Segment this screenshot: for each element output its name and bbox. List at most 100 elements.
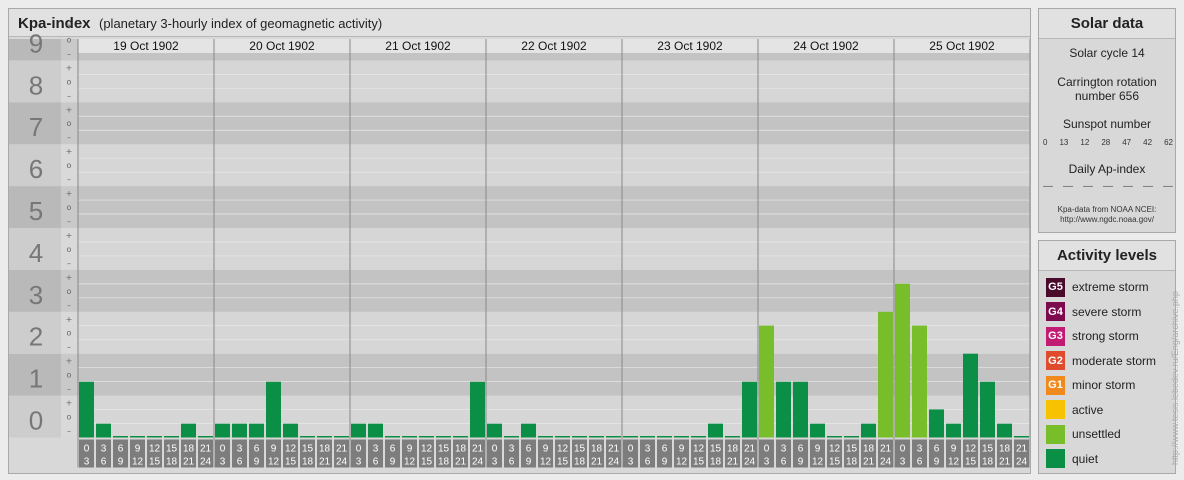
interval-end-label: 21 [591,457,603,468]
legend-item-severe-storm: G4 severe storm [1046,302,1141,322]
kp-bar [946,423,961,438]
thirds-label: o [67,371,72,380]
interval-end-label: 9 [254,457,260,468]
activity-levels-header: Activity levels [1039,241,1175,271]
day-label: 23 Oct 1902 [657,39,723,53]
interval-end-label: 9 [390,457,396,468]
thirds-label: o [67,413,72,422]
interval-start-label: 15 [574,444,586,455]
interval-end-label: 3 [84,457,90,468]
interval-start-label: 21 [608,444,620,455]
interval-end-label: 21 [863,457,875,468]
day-label: 24 Oct 1902 [793,39,859,53]
day-label: 20 Oct 1902 [249,39,315,53]
interval-start-label: 18 [999,444,1011,455]
interval-end-label: 18 [302,457,314,468]
interval-start-label: 6 [254,444,260,455]
kp-bar [266,381,281,438]
thirds-label: + [66,147,73,156]
kp-bar [249,423,264,438]
interval-start-label: 15 [982,444,994,455]
interval-start-label: 6 [118,444,124,455]
interval-start-label: 0 [764,444,770,455]
kp-bar [232,423,247,438]
legend-swatch: G1 [1046,375,1065,395]
thirds-label: o [67,329,72,338]
sunspot-value: 47 [1122,138,1132,147]
data-source-link[interactable]: http://www.ngdc.noaa.gov/ [1039,215,1175,225]
sunspot-value: 13 [1059,138,1069,147]
legend-label: severe storm [1072,304,1142,319]
kp-bar [470,381,485,438]
interval-end-label: 15 [557,457,569,468]
y-tick-label: 4 [29,238,43,268]
interval-end-label: 21 [999,457,1011,468]
legend-label: minor storm [1072,378,1136,392]
interval-start-label: 12 [149,444,161,455]
sunspot-value: 28 [1101,138,1111,147]
ap-value: — [1103,181,1113,192]
daily-ap-values: — — — — — — — [1043,181,1173,192]
kp-bar [572,436,587,438]
interval-end-label: 3 [220,457,226,468]
legend-swatch: G4 [1046,302,1065,321]
kp-bar [130,436,145,438]
thirds-label: + [66,273,73,282]
y-tick-label: 2 [29,322,43,352]
sunspot-value: 12 [1080,138,1090,147]
interval-end-label: 3 [900,457,906,468]
interval-start-label: 18 [183,444,195,455]
y-tick-label: 6 [29,154,43,184]
thirds-label: – [67,301,71,310]
interval-end-label: 15 [693,457,705,468]
interval-end-label: 15 [965,457,977,468]
interval-end-label: 3 [356,457,362,468]
kp-bar [895,283,910,438]
interval-end-label: 18 [438,457,450,468]
interval-start-label: 9 [815,444,821,455]
kp-bar [164,436,179,438]
kp-bar [96,423,111,438]
thirds-label: + [66,315,73,324]
kp-bar [929,409,944,438]
interval-start-label: 12 [965,444,977,455]
interval-start-label: 0 [900,444,906,455]
interval-start-label: 12 [829,444,841,455]
legend-item-quiet: quiet [1046,449,1098,469]
kp-bar [215,423,230,438]
interval-start-label: 9 [271,444,277,455]
interval-start-label: 0 [492,444,498,455]
interval-start-label: 21 [1016,444,1028,455]
y-tick-label: 7 [29,112,43,142]
interval-start-label: 9 [135,444,141,455]
ap-value: — [1043,181,1053,192]
legend-label: extreme storm [1072,280,1149,294]
thirds-label: + [66,231,73,240]
y-tick-label: 8 [29,70,43,100]
day-label: 19 Oct 1902 [113,39,179,53]
interval-start-label: 21 [744,444,756,455]
thirds-label: o [67,77,72,86]
interval-end-label: 21 [183,457,195,468]
legend-item-active: active [1046,400,1103,420]
solar-data-panel: Solar data Solar cycle 14 Carrington rot… [1038,8,1176,233]
kp-bar [657,436,672,438]
interval-start-label: 21 [472,444,484,455]
legend-swatch [1046,400,1065,419]
interval-end-label: 21 [455,457,467,468]
y-tick-label: 9 [29,28,43,58]
thirds-label: o [67,245,72,254]
sunspot-value: 0 [1043,138,1048,147]
ap-value: — [1163,181,1173,192]
level-band [78,102,1030,145]
interval-start-label: 3 [781,444,787,455]
activity-levels-panel: Activity levels G5 extreme storm G4 severe … [1038,240,1176,474]
kp-bar [453,436,468,438]
kp-bar [368,423,383,438]
kp-bar [147,436,162,438]
interval-end-label: 12 [948,457,960,468]
kpa-chart-panel: Kpa-index (planetary 3-hourly index of g… [8,8,1031,474]
kp-bar [776,381,791,438]
kp-bar [997,423,1012,438]
interval-start-label: 15 [846,444,858,455]
